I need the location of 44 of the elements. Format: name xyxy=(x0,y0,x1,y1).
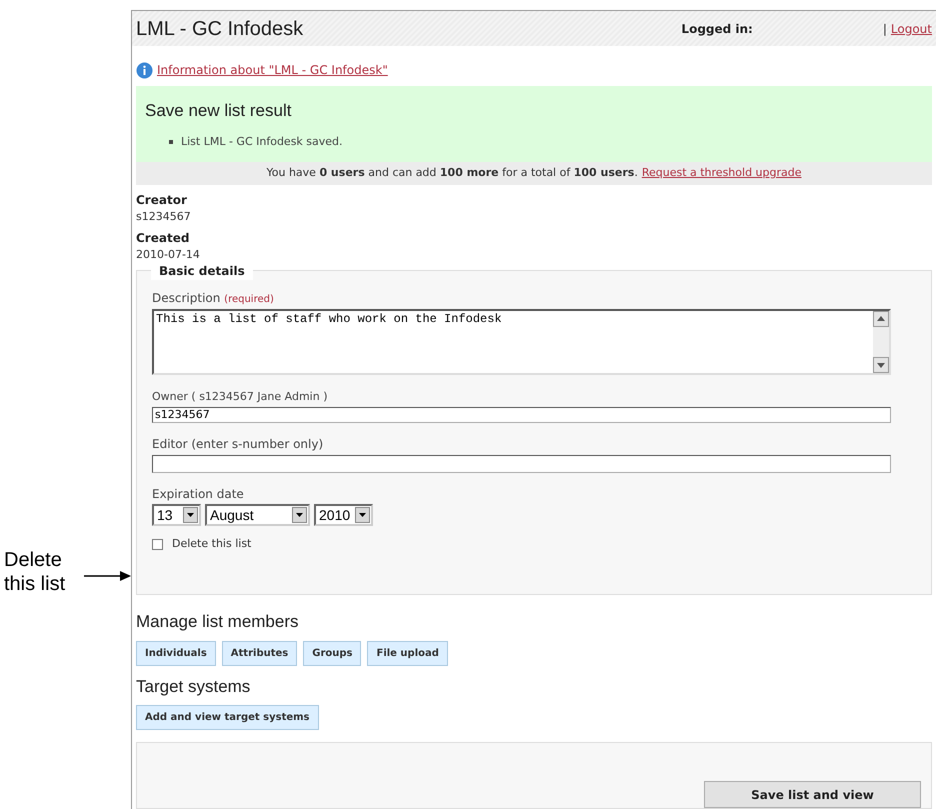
section-title: Manage list members xyxy=(135,611,300,633)
bullet-icon xyxy=(169,140,173,144)
field-value: This is a list of staff who work on the Infodesk xyxy=(155,310,503,328)
field-label: Owner ( s1234567 Jane Admin ) xyxy=(152,388,328,405)
field-label: Description xyxy=(152,290,220,305)
dropdown[interactable]: 2010 xyxy=(314,504,373,526)
member-button[interactable]: File upload xyxy=(367,640,448,666)
logged-in-label: Logged in: xyxy=(681,20,753,38)
meta-label: Creator xyxy=(136,192,188,209)
threshold-upgrade-link[interactable]: Request a threshold upgrade xyxy=(642,165,802,182)
dropdown[interactable]: 13 xyxy=(152,504,201,526)
save-button[interactable]: Save list and view xyxy=(704,781,921,808)
checkbox[interactable] xyxy=(152,538,163,550)
scroll-down-icon[interactable] xyxy=(873,356,889,373)
required-hint: (required) xyxy=(224,294,274,305)
meta-label: Created xyxy=(136,230,190,248)
caret-icon xyxy=(183,507,198,524)
meta-value: 2010-07-14 xyxy=(136,247,201,264)
checkbox-label: Delete this list xyxy=(172,536,252,552)
logout-link[interactable]: Logout xyxy=(890,20,932,38)
section-title: Target systems xyxy=(135,676,252,698)
field-label: Expiration date xyxy=(152,486,245,504)
caret-icon xyxy=(355,507,370,524)
editor-field[interactable] xyxy=(152,455,891,474)
info-icon xyxy=(136,62,153,79)
target-systems-button[interactable]: Add and view target systems xyxy=(136,705,319,730)
meta-value: s1234567 xyxy=(136,208,192,225)
description-field[interactable]: This is a list of staff who work on the Infodesk xyxy=(152,308,891,375)
page-title: LML - GC Infodesk xyxy=(136,16,304,42)
member-button[interactable]: Individuals xyxy=(136,640,216,666)
separator: | xyxy=(882,20,887,38)
result-title: Save new list result xyxy=(145,100,292,122)
scroll-up-icon[interactable] xyxy=(873,310,889,327)
dropdown[interactable]: August xyxy=(205,504,310,526)
usage-text: You have 0 users and can add 100 more for a total of 100 users. xyxy=(266,165,638,182)
caret-icon xyxy=(292,507,307,524)
arrow-icon xyxy=(84,570,131,582)
field-label: Editor (enter s-number only) xyxy=(152,436,324,454)
annotation-label: Delete this list xyxy=(4,548,66,596)
member-button[interactable]: Attributes xyxy=(222,640,298,666)
result-message: List LML - GC Infodesk saved. xyxy=(181,134,343,150)
member-button[interactable]: Groups xyxy=(303,640,362,666)
info-link[interactable]: Information about "LML - GC Infodesk" xyxy=(157,61,388,80)
owner-field[interactable]: s1234567 xyxy=(152,407,891,424)
